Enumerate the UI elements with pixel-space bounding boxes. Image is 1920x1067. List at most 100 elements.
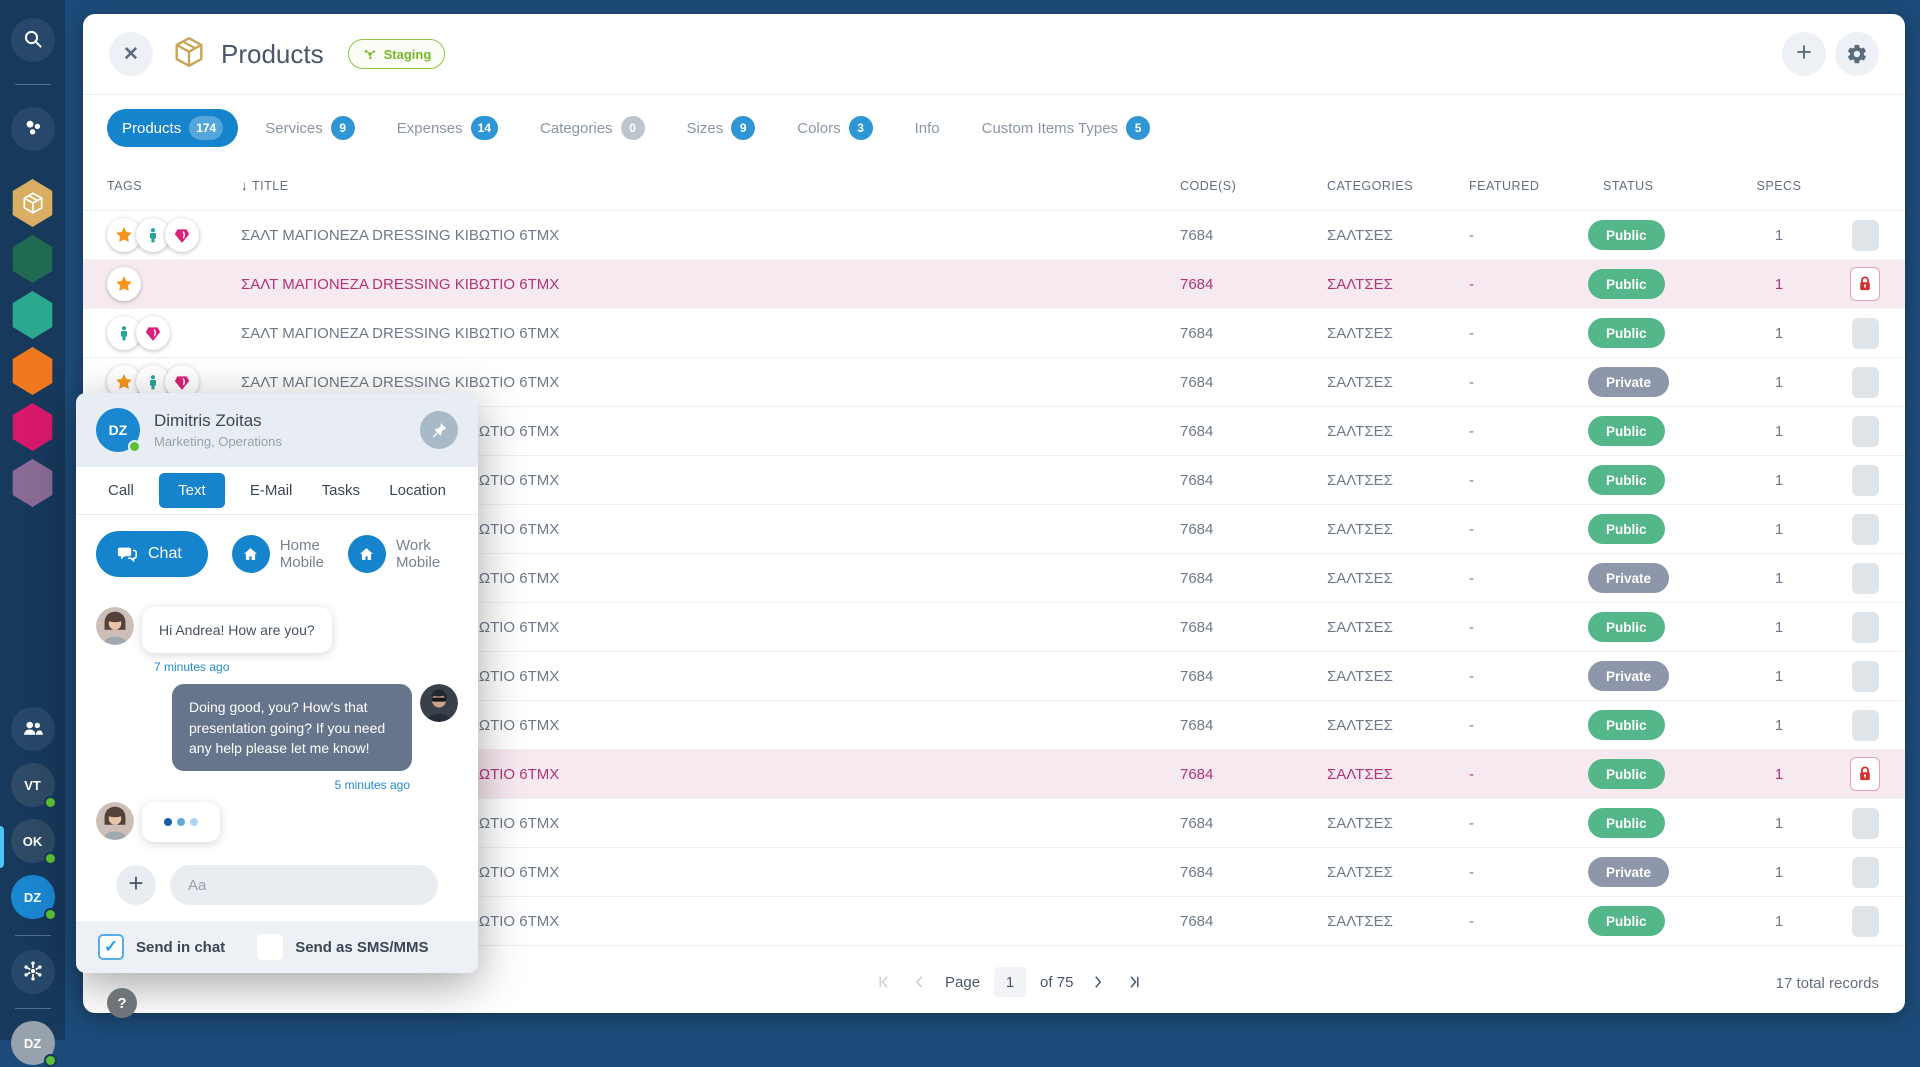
row-action-placeholder[interactable] [1852, 661, 1879, 692]
sidebar-app-products[interactable] [11, 179, 55, 227]
settings-button[interactable] [1835, 32, 1879, 76]
apps-cluster-button[interactable] [11, 107, 55, 151]
chat-popup: DZ Dimitris Zoitas Marketing, Operations… [76, 393, 478, 973]
tab-label: Products [122, 120, 181, 137]
search-button[interactable] [11, 18, 55, 62]
chat-contact-role: Marketing, Operations [154, 434, 282, 449]
row-action-placeholder[interactable] [1852, 612, 1879, 643]
product-specs-count: 1 [1709, 276, 1849, 293]
row-action-placeholder[interactable] [1852, 808, 1879, 839]
sidebar-app-app-purple[interactable] [11, 459, 55, 507]
chat-tab-tasks[interactable]: Tasks [318, 474, 364, 507]
column-header-tags[interactable]: TAGS [107, 179, 241, 193]
chat-action-work-mobile[interactable]: Work Mobile [348, 535, 440, 573]
column-header-status[interactable]: STATUS [1579, 179, 1709, 193]
send-as-sms-label: Send as SMS/MMS [295, 939, 428, 956]
column-header-label: TAGS [107, 179, 142, 193]
chat-tab-location[interactable]: Location [385, 474, 450, 507]
avatar-initials: OK [23, 834, 43, 849]
tab-custom-items-types[interactable]: Custom Items Types5 [967, 109, 1165, 147]
product-category: ΣΑΛΤΣΕΣ [1327, 227, 1447, 244]
page-title: Products [221, 39, 324, 70]
tab-info[interactable]: Info [900, 109, 955, 147]
active-user-indicator [0, 826, 4, 868]
chat-action-chat[interactable]: Chat [96, 531, 208, 577]
avatar-initials: DZ [109, 422, 128, 438]
row-action-placeholder[interactable] [1852, 220, 1879, 251]
product-code: 7684 [1180, 717, 1327, 734]
row-action-placeholder[interactable] [1852, 514, 1879, 545]
row-action-placeholder[interactable] [1852, 563, 1879, 594]
product-code: 7684 [1180, 423, 1327, 440]
sidebar-user-vt-0[interactable]: VT [11, 763, 55, 807]
chat-action-home-mobile[interactable]: Home Mobile [232, 535, 324, 573]
attach-button[interactable]: + [116, 865, 156, 905]
send-in-chat-checkbox[interactable]: ✓ [98, 934, 124, 960]
send-as-sms-checkbox[interactable] [257, 934, 283, 960]
page-of-label: of 75 [1040, 974, 1073, 991]
sidebar-app-app-teal[interactable] [11, 291, 55, 339]
close-button[interactable]: ✕ [109, 32, 153, 76]
table-row[interactable]: ΣΑΛΤ ΜΑΓΙΟΝΕΖΑ DRESSING ΚΙΒΩΤΙΟ 6ΤΜΧ7684… [83, 211, 1905, 260]
message-bubble: Doing good, you? How's that presentation… [172, 684, 412, 771]
sidebar-user-ok-1[interactable]: OK [11, 819, 55, 863]
first-page-button[interactable] [873, 971, 895, 993]
contacts-button[interactable] [11, 707, 55, 751]
column-header-title[interactable]: ↓TITLE [241, 178, 1180, 193]
row-action-placeholder[interactable] [1852, 465, 1879, 496]
staging-network-icon [362, 46, 378, 62]
column-header-specs[interactable]: SPECS [1709, 179, 1849, 193]
chat-tab-email[interactable]: E-Mail [246, 474, 297, 507]
row-action-placeholder[interactable] [1852, 318, 1879, 349]
online-status-dot [44, 908, 57, 921]
tab-sizes[interactable]: Sizes9 [672, 109, 771, 147]
locked-record-button[interactable] [1850, 757, 1880, 791]
row-action-placeholder[interactable] [1852, 710, 1879, 741]
sidebar-app-app-pink[interactable] [11, 403, 55, 451]
row-action-placeholder[interactable] [1852, 857, 1879, 888]
pin-button[interactable] [420, 411, 458, 449]
sidebar-user-bottom[interactable]: DZ [11, 1021, 55, 1065]
last-page-icon [1125, 973, 1143, 991]
sidebar-app-app-dark-green[interactable] [11, 235, 55, 283]
tab-colors[interactable]: Colors3 [782, 109, 887, 147]
tab-categories[interactable]: Categories0 [525, 109, 660, 147]
tab-expenses[interactable]: Expenses14 [382, 109, 513, 147]
column-header-categories[interactable]: CATEGORIES [1327, 179, 1447, 193]
column-header-featured[interactable]: FEATURED [1447, 179, 1579, 193]
tab-products[interactable]: Products174 [107, 109, 238, 147]
chat-tab-call[interactable]: Call [104, 474, 138, 507]
last-page-button[interactable] [1123, 971, 1145, 993]
product-specs-count: 1 [1709, 913, 1849, 930]
page-number-input[interactable] [994, 967, 1026, 997]
search-icon [21, 27, 45, 54]
row-action-placeholder[interactable] [1852, 416, 1879, 447]
message-bubble: Hi Andrea! How are you? [142, 607, 332, 653]
column-header-label: CATEGORIES [1327, 179, 1413, 193]
message-input[interactable] [170, 865, 438, 905]
integrations-button[interactable] [11, 950, 55, 994]
table-row[interactable]: ΣΑΛΤ ΜΑΓΙΟΝΕΖΑ DRESSING ΚΙΒΩΤΙΟ 6ΤΜΧ7684… [83, 309, 1905, 358]
product-code: 7684 [1180, 472, 1327, 489]
locked-record-button[interactable] [1850, 267, 1880, 301]
product-specs-count: 1 [1709, 521, 1849, 538]
help-button[interactable]: ? [107, 988, 137, 1018]
column-header-label: SPECS [1757, 179, 1802, 193]
sidebar-user-dz-2[interactable]: DZ [11, 875, 55, 919]
add-button[interactable]: + [1782, 32, 1826, 76]
message-timestamp: 7 minutes ago [154, 660, 458, 674]
table-row[interactable]: ΣΑΛΤ ΜΑΓΙΟΝΕΖΑ DRESSING ΚΙΒΩΤΙΟ 6ΤΜΧ7684… [83, 260, 1905, 309]
sidebar-app-app-orange[interactable] [11, 347, 55, 395]
row-action-placeholder[interactable] [1852, 367, 1879, 398]
tab-services[interactable]: Services9 [250, 109, 370, 147]
column-header-codes[interactable]: CODE(S) [1180, 179, 1327, 193]
prev-page-button[interactable] [909, 971, 931, 993]
sidebar-divider [15, 84, 51, 85]
chat-tab-text[interactable]: Text [159, 473, 225, 508]
send-in-chat-label: Send in chat [136, 939, 225, 956]
next-page-button[interactable] [1087, 971, 1109, 993]
tab-label: Custom Items Types [982, 120, 1118, 137]
product-category: ΣΑΛΤΣΕΣ [1327, 668, 1447, 685]
online-status-dot [44, 796, 57, 809]
row-action-placeholder[interactable] [1852, 906, 1879, 937]
